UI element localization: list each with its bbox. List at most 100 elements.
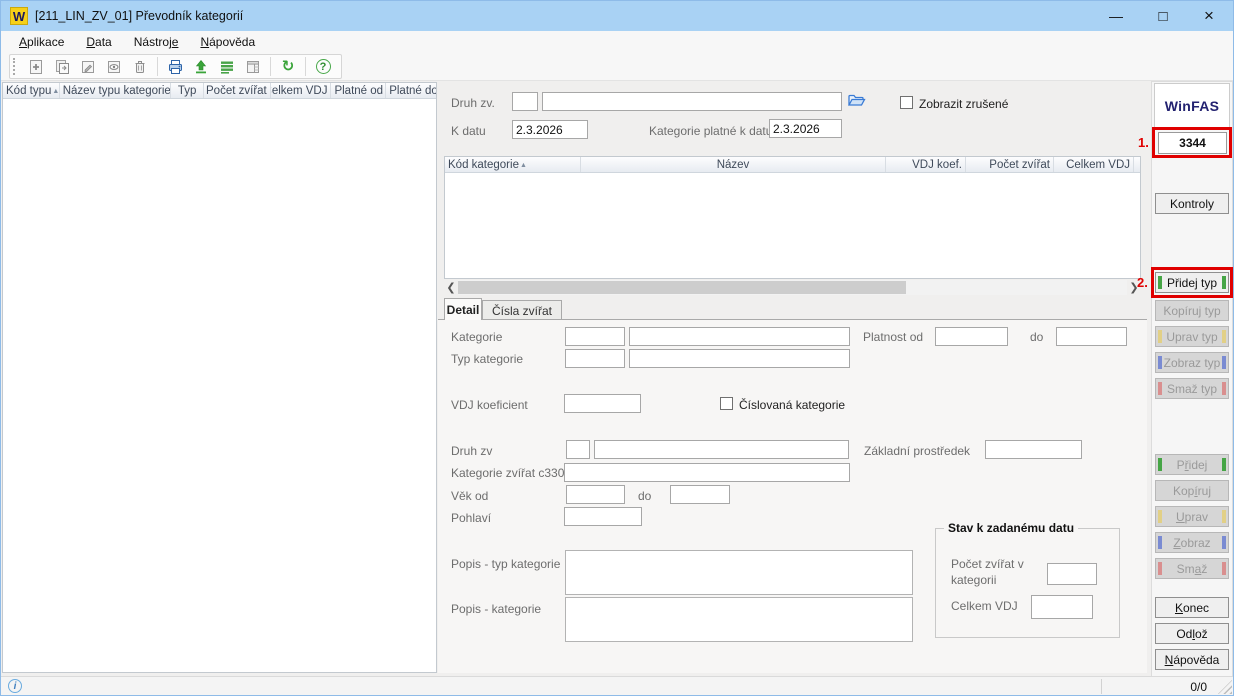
column-header-celkem-vdj[interactable]: Celkem VDJ (271, 83, 332, 98)
winfas-logo-box: WinFAS (1154, 83, 1230, 128)
kategorie-name-input[interactable] (629, 327, 850, 346)
export-button[interactable] (189, 56, 213, 77)
trash-icon (132, 59, 148, 75)
druh-zv-name-input[interactable] (542, 92, 842, 111)
column-header-nazev[interactable]: Název (581, 157, 886, 172)
task-number-field[interactable]: 3344 (1158, 132, 1227, 154)
kopiruj-typ-button[interactable]: Kopíruj typ (1155, 300, 1229, 321)
platnost-od-label: Platnost od (863, 330, 923, 344)
platnost-do-label: do (1030, 330, 1043, 344)
column-header-nazev-typu[interactable]: Název typu kategorie (60, 83, 171, 98)
column-header-pocet-zvirat[interactable]: Počet zvířat (966, 157, 1054, 172)
cislovana-kategorie-checkbox[interactable] (720, 397, 733, 410)
konec-button[interactable]: Konec (1155, 597, 1229, 618)
pocet-zvirat-kategorii-label: Počet zvířat v kategorii (951, 557, 1046, 588)
pohlavi-label: Pohlaví (451, 511, 491, 525)
winfas-logo: WinFAS (1165, 98, 1220, 114)
toolbar-grip-handle[interactable] (13, 58, 18, 75)
platnost-od-input[interactable] (935, 327, 1008, 346)
column-header-platne-od[interactable]: Platné od (331, 83, 386, 98)
pridej-button[interactable]: Přidej (1155, 454, 1229, 475)
popis-typ-textarea[interactable] (565, 550, 913, 595)
kopiruj-button[interactable]: Kopíruj (1155, 480, 1229, 501)
pohlavi-input[interactable] (564, 507, 642, 526)
edit-record-button[interactable] (76, 56, 100, 77)
help-button[interactable]: ? (311, 56, 335, 77)
green-bar-icon (1158, 276, 1162, 289)
detail-druh-zv-code-input[interactable] (566, 440, 590, 459)
zobraz-typ-button[interactable]: Zobraz typ (1155, 352, 1229, 373)
vdj-koeficient-label: VDJ koeficient (451, 398, 528, 412)
uprav-button[interactable]: Uprav (1155, 506, 1229, 527)
new-page-icon (28, 59, 44, 75)
delete-record-button[interactable] (128, 56, 152, 77)
resize-grip[interactable] (1218, 680, 1232, 694)
column-header-kod-typu[interactable]: Kód typu▲ (3, 83, 60, 98)
typ-kategorie-code-input[interactable] (565, 349, 625, 368)
view-record-button[interactable] (102, 56, 126, 77)
kategorie-code-input[interactable] (565, 327, 625, 346)
type-grid-header: Kód typu▲ Název typu kategorie Typ Počet… (3, 83, 436, 99)
kategorie-zvirat-input[interactable] (564, 463, 850, 482)
stav-groupbox-title: Stav k zadanému datu (944, 521, 1078, 535)
kategorie-platne-input[interactable] (769, 119, 842, 138)
pocet-zvirat-kategorii-input[interactable] (1047, 563, 1097, 585)
vek-do-input[interactable] (670, 485, 730, 504)
menu-data[interactable]: Data (76, 33, 121, 51)
list-button[interactable] (215, 56, 239, 77)
column-header-typ[interactable]: Typ (171, 83, 204, 98)
smaz-typ-button[interactable]: Smaž typ (1155, 378, 1229, 399)
scrollbar-thumb[interactable] (458, 281, 906, 294)
menu-nastroje[interactable]: Nástroje (124, 33, 189, 51)
zobraz-button[interactable]: Zobraz (1155, 532, 1229, 553)
napoveda-button[interactable]: Nápověda (1155, 649, 1229, 670)
menu-aplikace[interactable]: Aplikace (9, 33, 74, 51)
odloz-button[interactable]: Odlož (1155, 623, 1229, 644)
column-header-pocet-zvirat[interactable]: Počet zvířat (204, 83, 271, 98)
close-button[interactable]: × (1186, 1, 1232, 31)
refresh-button[interactable]: ↻ (276, 56, 300, 77)
menu-napoveda[interactable]: Nápověda (190, 33, 265, 51)
tab-detail[interactable]: Detail (444, 298, 482, 320)
pridej-typ-button[interactable]: Přidej typ (1155, 272, 1229, 293)
cislovana-kategorie-label: Číslovaná kategorie (739, 398, 845, 412)
type-grid-body[interactable] (3, 99, 436, 672)
vek-od-input[interactable] (566, 485, 625, 504)
scroll-left-arrow[interactable]: ❮ (444, 280, 458, 295)
k-datu-input[interactable] (512, 120, 588, 139)
kategorie-label: Kategorie (451, 330, 502, 344)
green-bar-icon (1158, 458, 1162, 471)
stav-celkem-vdj-input[interactable] (1031, 595, 1093, 619)
scrollbar-track[interactable] (458, 280, 1127, 295)
export-up-arrow-icon (193, 59, 209, 75)
popis-kategorie-label: Popis - kategorie (451, 602, 541, 616)
detail-druh-zv-name-input[interactable] (594, 440, 849, 459)
smaz-button[interactable]: Smaž (1155, 558, 1229, 579)
column-header-celkem-vdj[interactable]: Celkem VDJ (1054, 157, 1134, 172)
yellow-bar-icon (1222, 330, 1226, 343)
uprav-typ-button[interactable]: Uprav typ (1155, 326, 1229, 347)
druh-zv-code-input[interactable] (512, 92, 538, 111)
tab-cisla-zvirat[interactable]: Čísla zvířat (482, 300, 562, 320)
column-header-kod-kategorie[interactable]: Kód kategorie▲ (445, 157, 581, 172)
maximize-button[interactable]: □ (1140, 1, 1186, 31)
minimize-button[interactable]: — (1093, 1, 1139, 31)
winfas-app-icon: W (10, 7, 28, 25)
column-header-platne-do[interactable]: Platné do (386, 83, 436, 98)
category-grid-body[interactable] (445, 173, 1140, 277)
copy-record-button[interactable] (50, 56, 74, 77)
column-header-vdj-koef[interactable]: VDJ koef. (886, 157, 966, 172)
zobrazit-zrusene-checkbox[interactable] (900, 96, 913, 109)
typ-kategorie-name-input[interactable] (629, 349, 850, 368)
druh-zv-lookup-button[interactable] (847, 92, 866, 112)
platnost-do-input[interactable] (1056, 327, 1127, 346)
print-button[interactable] (163, 56, 187, 77)
type-category-grid: Kód typu▲ Název typu kategorie Typ Počet… (2, 82, 437, 673)
new-record-button[interactable] (24, 56, 48, 77)
vdj-koeficient-input[interactable] (564, 394, 641, 413)
zakladni-prostredek-input[interactable] (985, 440, 1082, 459)
kontroly-button[interactable]: Kontroly (1155, 193, 1229, 214)
table-layout-button[interactable] (241, 56, 265, 77)
popis-kategorie-textarea[interactable] (565, 597, 913, 642)
red-bar-icon (1222, 382, 1226, 395)
